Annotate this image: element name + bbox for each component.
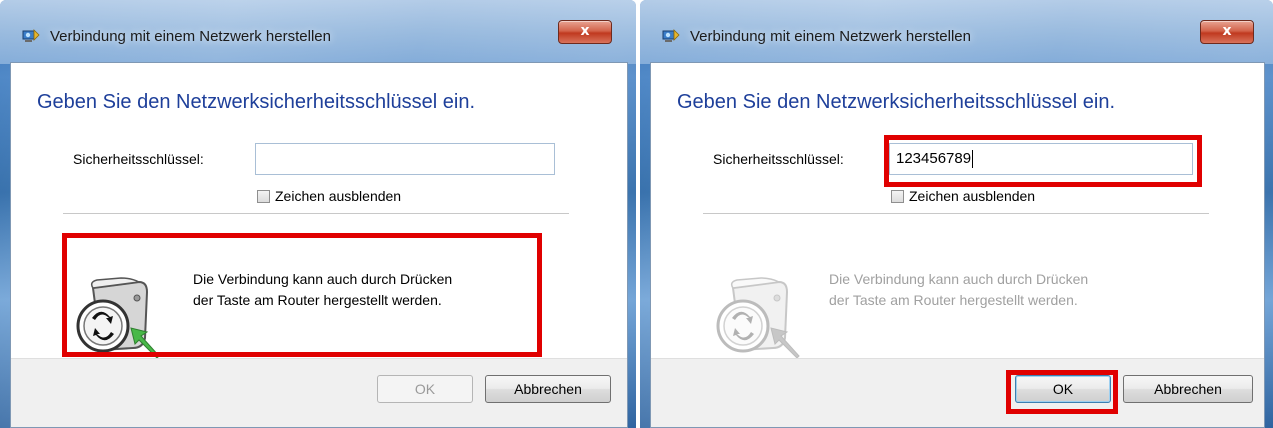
key-label: Sicherheitsschlüssel:: [73, 151, 204, 167]
hide-characters-checkbox[interactable]: [257, 190, 270, 203]
separator: [63, 213, 569, 214]
ok-button[interactable]: OK: [1015, 375, 1111, 403]
wps-description-line: der Taste am Router hergestellt werden.: [829, 292, 1078, 308]
page-title: Geben Sie den Netzwerksicherheitsschlüss…: [677, 91, 1115, 113]
close-button[interactable]: x: [1200, 20, 1254, 44]
hide-characters-label: Zeichen ausblenden: [275, 188, 402, 204]
separator: [703, 213, 1209, 214]
button-bar: OK Abbrechen: [11, 358, 627, 427]
hide-characters-label: Zeichen ausblenden: [909, 188, 1036, 204]
title-bar: Verbindung mit einem Netzwerk herstellen…: [640, 0, 1273, 64]
wps-description: Die Verbindung kann auch durch Drücken d…: [829, 269, 1088, 311]
button-bar: OK Abbrechen: [651, 358, 1264, 427]
security-key-value: 123456789: [896, 150, 972, 167]
dialog-client: Geben Sie den Netzwerksicherheitsschlüss…: [650, 62, 1265, 428]
cancel-button[interactable]: Abbrechen: [1123, 375, 1253, 403]
cancel-button[interactable]: Abbrechen: [485, 375, 611, 403]
window-title: Verbindung mit einem Netzwerk herstellen: [690, 28, 971, 45]
close-button[interactable]: x: [558, 20, 612, 44]
wps-description: Die Verbindung kann auch durch Drücken d…: [193, 269, 452, 311]
key-label: Sicherheitsschlüssel:: [713, 151, 844, 167]
close-icon: x: [1222, 23, 1232, 39]
wps-description-line: Die Verbindung kann auch durch Drücken: [193, 271, 453, 287]
hide-characters-checkbox[interactable]: [891, 190, 904, 203]
network-connect-icon: [662, 29, 680, 42]
window-title: Verbindung mit einem Netzwerk herstellen: [50, 28, 331, 45]
ok-button[interactable]: OK: [377, 375, 473, 403]
dialog-client: Geben Sie den Netzwerksicherheitsschlüss…: [10, 62, 628, 428]
page-title: Geben Sie den Netzwerksicherheitsschlüss…: [37, 91, 475, 113]
network-connect-icon: [22, 29, 40, 42]
wps-description-line: Die Verbindung kann auch durch Drücken: [829, 271, 1089, 287]
wps-router-icon: [76, 277, 160, 358]
dialog-left: Verbindung mit einem Netzwerk herstellen…: [0, 0, 636, 428]
security-key-input[interactable]: 123456789: [889, 143, 1193, 175]
dialog-right: Verbindung mit einem Netzwerk herstellen…: [640, 0, 1273, 428]
security-key-input[interactable]: [255, 143, 555, 175]
wps-description-line: der Taste am Router hergestellt werden.: [193, 292, 442, 308]
wps-router-icon: [716, 277, 800, 358]
close-icon: x: [580, 23, 590, 39]
text-caret: [972, 150, 974, 169]
title-bar: Verbindung mit einem Netzwerk herstellen…: [0, 0, 636, 64]
